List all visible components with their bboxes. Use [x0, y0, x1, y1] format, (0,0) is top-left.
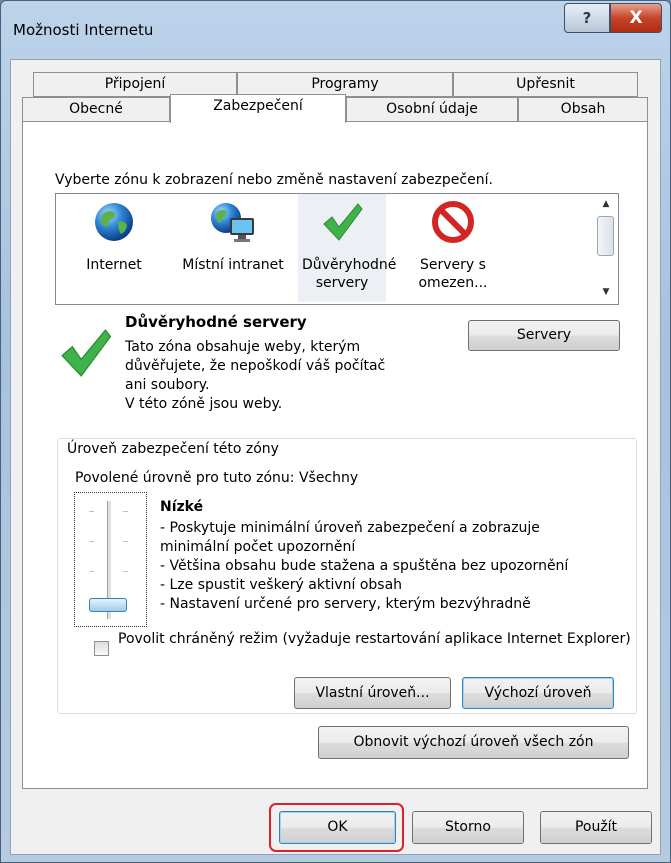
trusted-zone-checkmark-icon [57, 325, 113, 385]
globe-icon [92, 200, 136, 249]
tab-obecne[interactable]: Obecné [22, 97, 170, 122]
zone-list: Internet Místní intranet Důvěryhodné ser… [55, 193, 619, 305]
zone-instruction: Vyberte zónu k zobrazení nebo změně nast… [55, 172, 493, 188]
restricted-icon [431, 200, 475, 249]
level-description-line: minimální počet upozornění [160, 539, 356, 555]
window-title: Možnosti Internetu [13, 21, 154, 39]
security-level-group-label: Úroveň zabezpečení této zóny [64, 441, 282, 457]
scroll-down-icon[interactable]: ▼ [596, 284, 616, 300]
scrollbar-thumb[interactable] [597, 216, 614, 256]
slider-tick [89, 511, 94, 512]
intranet-icon [208, 200, 258, 249]
scroll-up-icon[interactable]: ▲ [596, 196, 616, 212]
custom-level-button[interactable]: Vlastní úroveň... [294, 677, 451, 709]
title-bar[interactable]: Možnosti Internetu ? X [1, 1, 670, 59]
slider-thumb[interactable] [89, 598, 127, 612]
slider-tick [123, 571, 128, 572]
ok-button-highlight-box [269, 803, 404, 852]
tab-osobni-udaje[interactable]: Osobní údaje [346, 97, 518, 122]
zone-description-line: důvěřujete, že nepoškodí váš počítač [125, 358, 386, 374]
level-description-line: - Většina obsahu bude stažena a spuštěna… [160, 558, 569, 574]
level-description-line: - Nastavení určené pro servery, kterým b… [160, 596, 531, 612]
zone-label: Internet [86, 257, 142, 273]
tab-upresnit[interactable]: Upřesnit [453, 72, 638, 97]
zone-description: Tato zóna obsahuje weby, kterým důvěřuje… [125, 338, 425, 414]
level-description-line: - Poskytuje minimální úroveň zabezpečení… [160, 520, 540, 536]
cancel-button[interactable]: Storno [412, 811, 524, 844]
zone-local-intranet[interactable]: Místní intranet [174, 194, 292, 302]
protected-mode-label[interactable]: Povolit chráněný režim (vyžaduje restart… [118, 630, 638, 648]
security-level-description: - Poskytuje minimální úroveň zabezpečení… [160, 519, 620, 614]
slider-tick [89, 541, 94, 542]
tab-obsah[interactable]: Obsah [518, 97, 648, 122]
sites-button[interactable]: Servery [468, 320, 620, 351]
help-button[interactable]: ? [564, 3, 610, 33]
slider-tick [89, 571, 94, 572]
tab-zabezpeceni[interactable]: Zabezpečení [170, 94, 346, 123]
zone-description-line: Tato zóna obsahuje weby, kterým [125, 339, 361, 355]
zone-label: Místní intranet [182, 257, 284, 273]
protected-mode-checkbox[interactable] [94, 641, 109, 656]
close-button[interactable]: X [610, 3, 662, 33]
level-description-line: - Lze spustit veškerý aktivní obsah [160, 577, 403, 593]
default-level-button[interactable]: Výchozí úroveň [462, 677, 614, 709]
apply-button[interactable]: Použít [540, 811, 652, 844]
zone-description-line: V této zóně jsou weby. [125, 396, 283, 412]
slider-tick [123, 511, 128, 512]
allowed-levels-text: Povolené úrovně pro tuto zónu: Všechny [75, 470, 359, 486]
zone-description-line: ani soubory. [125, 377, 210, 393]
zone-internet[interactable]: Internet [72, 194, 156, 302]
zone-restricted-sites[interactable]: Servery s omezen... [406, 194, 500, 302]
security-level-name: Nízké [160, 499, 204, 515]
zone-label: Servery s omezen... [418, 257, 488, 291]
reset-all-zones-button[interactable]: Obnovit výchozí úroveň všech zón [318, 726, 629, 759]
slider-tick [123, 541, 128, 542]
zone-trusted-sites[interactable]: Důvěryhodné servery [298, 194, 397, 302]
zone-label: Důvěryhodné servery [302, 257, 397, 291]
security-level-slider[interactable] [74, 492, 147, 627]
zone-title: Důvěryhodné servery [125, 313, 307, 331]
zone-list-scrollbar[interactable]: ▲ ▼ [596, 196, 616, 302]
checkmark-icon [320, 200, 364, 249]
